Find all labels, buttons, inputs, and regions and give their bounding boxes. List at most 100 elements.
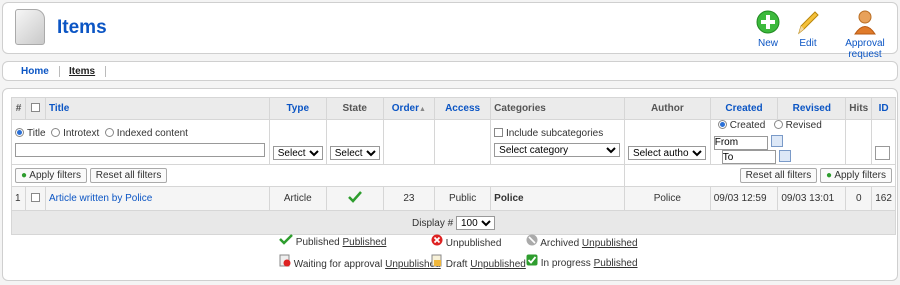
access-filter-cell [433,119,492,165]
title-filter-cell: Title Introtext Indexed content [11,119,270,165]
col-revised[interactable]: Revised [777,97,847,120]
nav-separator [105,66,106,77]
published-check-icon[interactable] [347,191,362,203]
category-select[interactable]: Select category [494,142,621,157]
legend-published: Published Published [279,234,386,248]
apply-icon: ● [826,170,833,181]
sort-asc-icon: ▲ [419,106,426,113]
apply-left-label: Apply filters [29,170,81,181]
nav-items-link[interactable]: Items [69,66,95,77]
row-type: Article [268,186,327,211]
type-select[interactable]: Select [272,146,323,160]
author-select[interactable]: Select author [627,146,706,160]
row-revised: 09/03 13:01 [777,186,847,211]
archive-icon [526,234,538,246]
row-num: 1 [11,186,26,211]
title-search-input[interactable] [15,142,265,157]
title-opt-label: Title [27,127,46,139]
title-radio[interactable] [15,127,24,137]
col-id[interactable]: ID [871,97,896,120]
legend-draft-link[interactable]: Unpublished [470,259,526,270]
state-select[interactable]: Select [329,146,380,160]
row-access: Public [433,186,492,211]
select-all-checkbox[interactable] [30,103,40,112]
include-sub-label: Include subcategories [505,127,604,139]
legend-draft: Draft Unpublished [431,254,526,270]
col-state: State [325,97,384,120]
row-category: Police [490,186,625,211]
type-filter-cell: Select [268,119,327,165]
legend-draft-text: Draft [445,259,468,270]
introtext-opt-label: Introtext [63,127,100,139]
id-filter-cell [871,119,896,165]
id-filter-input[interactable] [875,146,891,160]
red-x-icon [431,234,443,246]
edit-button[interactable]: Edit [793,9,823,49]
table-footer: Display # 100 [11,210,896,235]
table-row: 1 Article written by Police Article 23 P… [11,186,896,211]
order-filter-cell [382,119,436,165]
apply-icon: ● [21,170,28,181]
col-type[interactable]: Type [268,97,327,120]
col-created[interactable]: Created [709,97,779,120]
plus-icon [756,10,780,34]
legend-inprogress-link[interactable]: Published [594,258,638,269]
state-filter-cell: Select [325,119,384,165]
display-label: Display # [412,217,454,229]
calendar-icon[interactable] [770,135,783,147]
legend-waiting: Waiting for approval Unpublished [279,254,441,270]
nav-separator [59,66,60,77]
legend-unpublished-text: Unpublished [445,238,502,249]
indexed-radio[interactable] [104,127,114,137]
filter-row: Title Introtext Indexed content Select S… [11,119,896,165]
apply-filters-button[interactable]: ● Apply filters [15,168,87,183]
check-icon [279,234,293,245]
legend-inprogress-text: In progress [540,258,591,269]
legend-published-text: Published [295,237,340,248]
new-label: New [757,38,778,49]
col-title[interactable]: Title [44,97,270,120]
col-select-all [24,97,46,120]
date-from-input[interactable] [713,135,768,150]
apply-filters-button-right[interactable]: ● Apply filters [820,168,892,183]
col-hits: Hits [845,97,873,120]
row-title-link[interactable]: Article written by Police [44,186,270,211]
row-created: 09/03 12:59 [709,186,779,211]
col-access[interactable]: Access [433,97,492,120]
page-title: Items [57,17,107,38]
approval-request-button[interactable]: Approval request [831,9,899,60]
reset-filters-button[interactable]: Reset all filters [89,168,168,183]
pagination-cell: Display # 100 [11,210,896,235]
author-filter-cell: Select author [623,119,711,165]
right-buttons-cell: Reset all filters ● Apply filters [623,164,897,187]
include-subcategories-checkbox[interactable] [494,127,504,137]
row-id: 162 [871,186,896,211]
breadcrumb: Home Items [2,61,898,81]
legend-archived-link[interactable]: Unpublished [582,238,638,249]
draft-icon [431,254,442,267]
calendar-icon[interactable] [778,149,791,162]
reset-filters-button-right[interactable]: Reset all filters [739,168,818,183]
col-author: Author [623,97,711,120]
in-progress-icon [526,254,538,266]
created-radio[interactable] [717,120,727,129]
col-categories: Categories [490,97,625,120]
col-order-label: Order [391,103,420,114]
header-bar: Items New Edit Approval request [2,2,898,60]
introtext-radio[interactable] [51,127,61,137]
items-page-icon [15,9,45,45]
date-to-input[interactable] [721,150,776,164]
display-count-select[interactable]: 100 [455,215,495,230]
new-button[interactable]: New [753,9,783,49]
legend-published-link[interactable]: Published [342,237,386,248]
row-state-cell [325,186,384,211]
items-panel: # Title Type State Order▲ Access Categor… [2,88,898,281]
user-icon [854,10,876,35]
waiting-approval-icon [279,254,291,267]
col-order[interactable]: Order▲ [382,97,436,120]
nav-home-link[interactable]: Home [21,66,49,77]
created-opt-label: Created [729,120,766,131]
row-checkbox[interactable] [30,193,40,202]
indexed-opt-label: Indexed content [116,127,188,139]
revised-radio[interactable] [773,120,783,129]
